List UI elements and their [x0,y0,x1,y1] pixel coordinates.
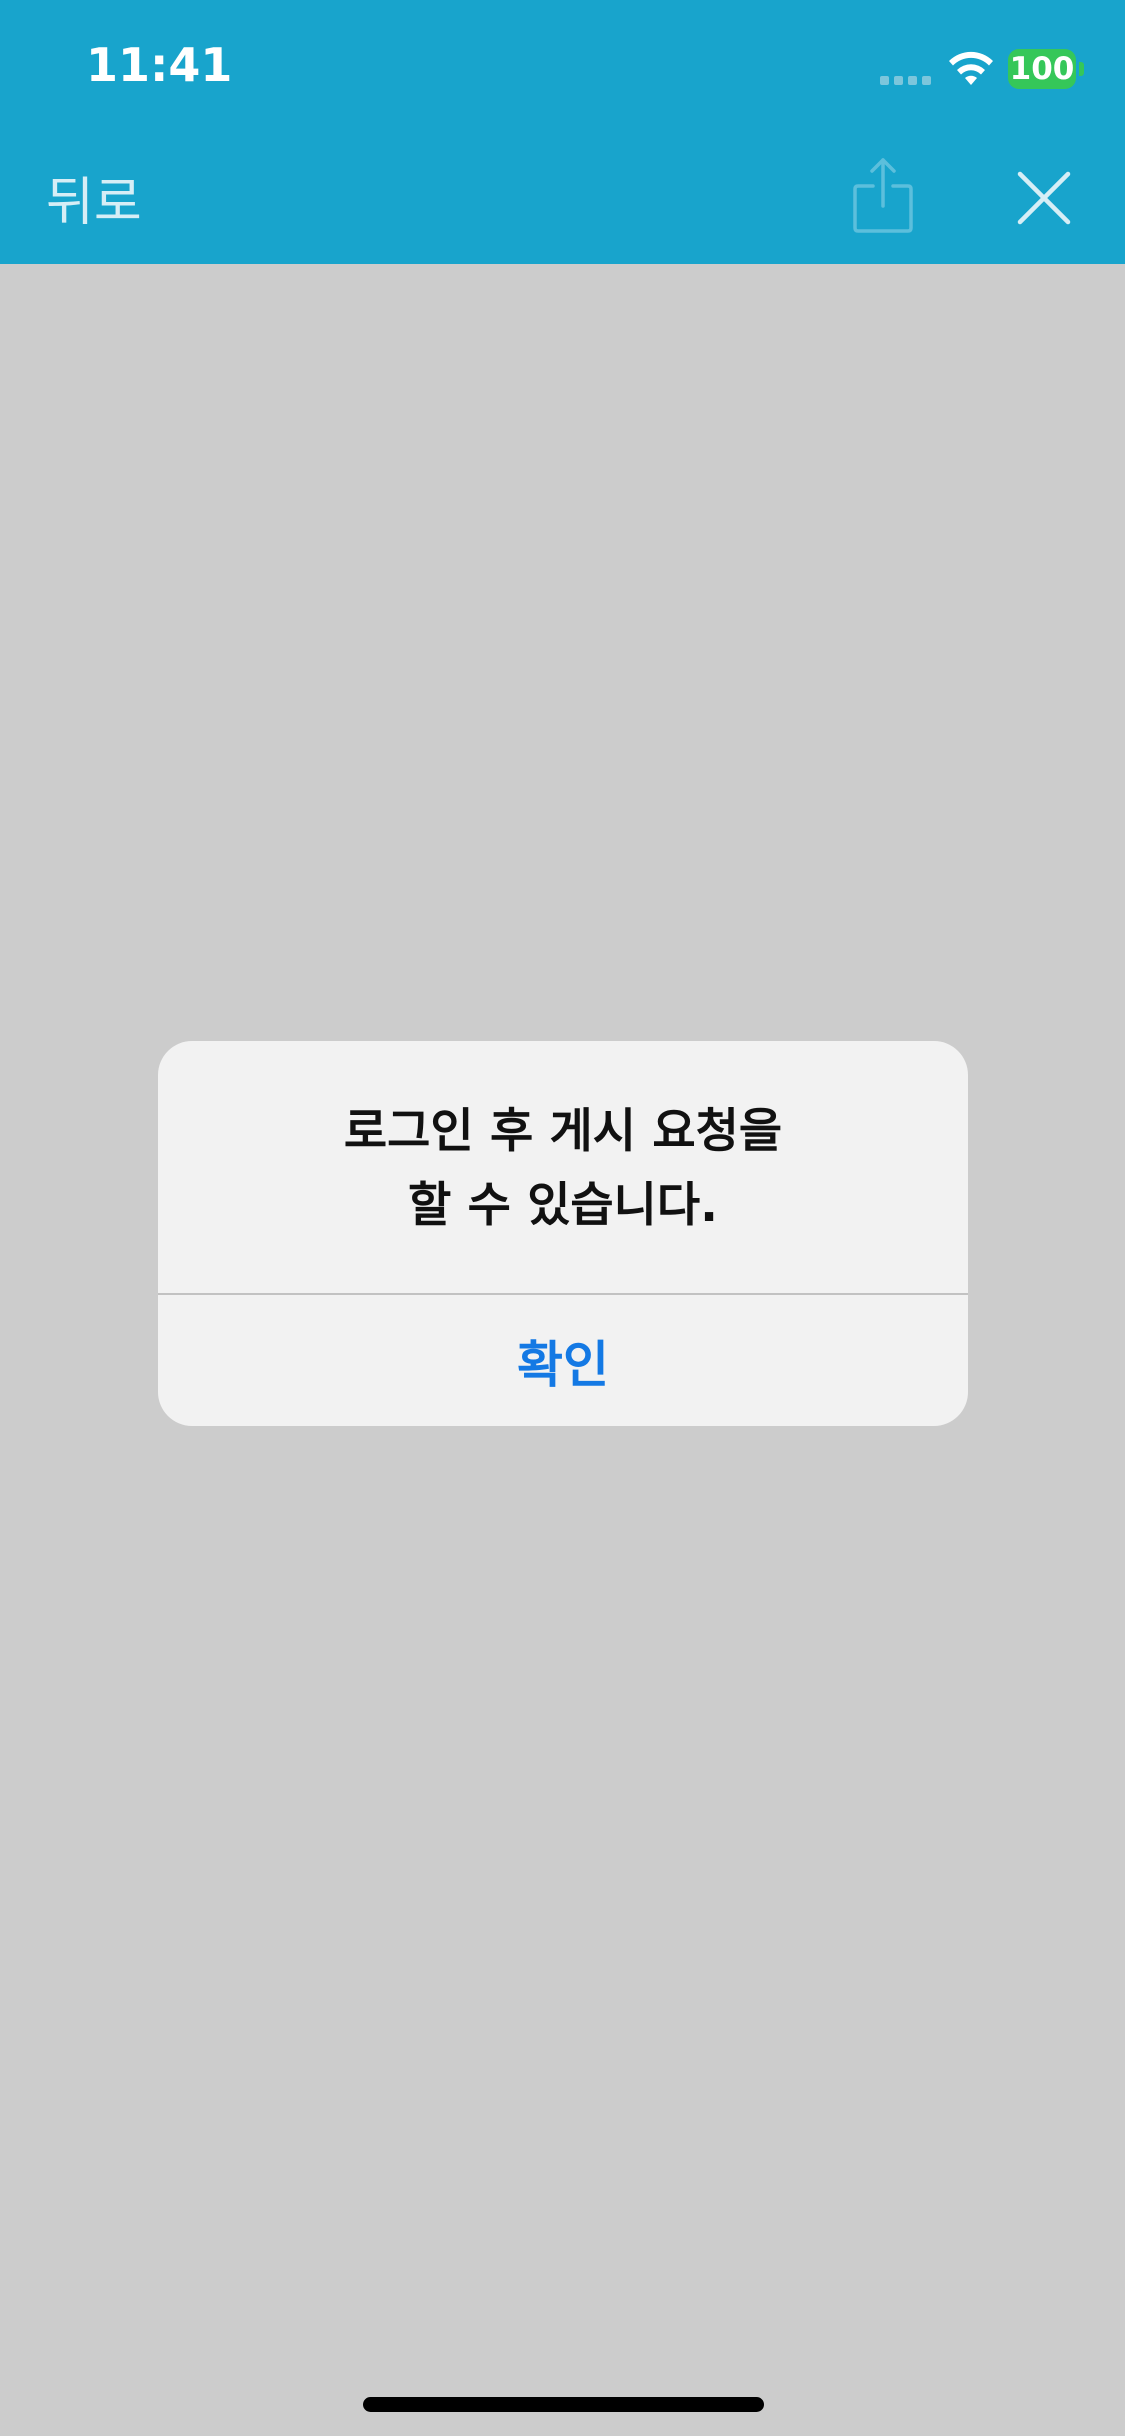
top-header: 11:41 100 뒤로 [0,0,1125,264]
wifi-icon [949,51,993,85]
back-button[interactable]: 뒤로 [46,160,142,235]
signal-dots-icon [880,76,931,85]
battery-cap [1079,62,1084,76]
alert-message: 로그인 후 게시 요청을 할 수 있습니다. [158,1095,968,1243]
app-screen: 11:41 100 뒤로 로그인 후 게시 요청을 할 수 있습니다. 확인 [0,0,1125,2436]
battery-level: 100 [1009,51,1075,87]
confirm-button[interactable]: 확인 [158,1295,968,1426]
battery-icon: 100 [1008,49,1076,89]
alert-message-line-1: 로그인 후 게시 요청을 [343,1104,783,1159]
login-required-alert: 로그인 후 게시 요청을 할 수 있습니다. 확인 [158,1041,968,1426]
status-time: 11:41 [86,38,233,92]
close-icon[interactable] [1016,170,1072,226]
share-icon[interactable] [852,156,914,234]
alert-message-line-2: 할 수 있습니다. [407,1178,719,1233]
home-indicator[interactable] [363,2397,764,2412]
confirm-button-label: 확인 [517,1335,609,1394]
